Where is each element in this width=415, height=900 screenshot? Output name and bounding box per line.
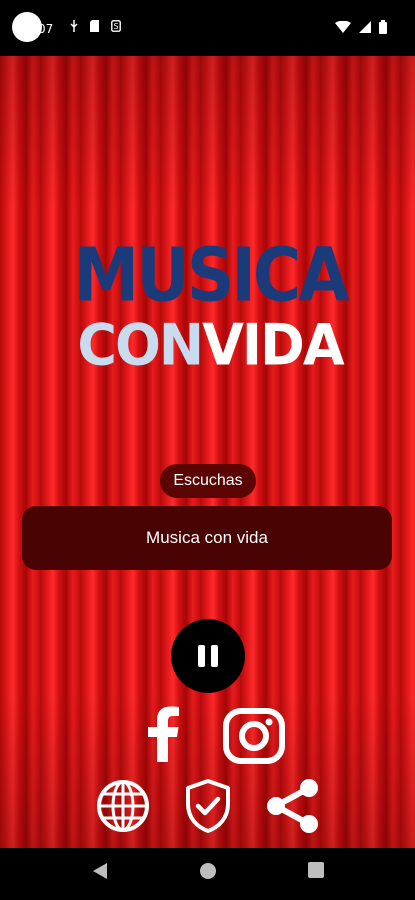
recents-icon [308, 862, 324, 878]
share-icon [267, 779, 318, 833]
system-icons [335, 20, 387, 37]
website-button[interactable] [95, 778, 151, 839]
logo-line-2: CONVIDA [60, 312, 360, 378]
signal-icon [359, 21, 371, 36]
privacy-policy-button[interactable] [184, 778, 232, 839]
instagram-button[interactable] [223, 708, 285, 769]
pause-icon [198, 645, 218, 667]
usb-icon [70, 20, 78, 35]
logo-word-con: CON [77, 312, 204, 379]
logo-line-1: MUSICA [73, 232, 350, 319]
instagram-icon [223, 708, 285, 764]
system-navigation-bar [0, 848, 415, 900]
sim-icon: S [111, 20, 121, 35]
facebook-icon [148, 706, 179, 762]
share-button[interactable] [264, 778, 322, 839]
status-bar: 07 S [0, 0, 415, 56]
pause-button[interactable] [171, 619, 245, 693]
facebook-button[interactable] [140, 706, 184, 767]
logo-word-vida: VIDA [202, 312, 344, 379]
status-time: 07 [38, 22, 54, 36]
nav-home-button[interactable] [199, 862, 217, 885]
now-playing-title: Musica con vida [22, 506, 392, 570]
globe-icon [97, 780, 149, 832]
home-icon [200, 863, 216, 879]
radio-player-screen: MUSICA CONVIDA Escuchas Musica con vida [0, 56, 415, 848]
nav-recents-button[interactable] [308, 862, 324, 883]
battery-icon [379, 20, 387, 37]
wifi-icon [335, 20, 351, 36]
sd-card-icon [90, 20, 99, 35]
notification-icons: S [70, 20, 121, 35]
listeners-badge: Escuchas [160, 464, 256, 498]
station-logo: MUSICA CONVIDA [60, 232, 360, 382]
back-icon [93, 863, 107, 879]
svg-text:S: S [113, 22, 118, 31]
phone-screen: 07 S MUSICA CONVIDA Escuchas Musica con … [0, 0, 415, 900]
privacy-shield-icon [186, 779, 230, 833]
nav-back-button[interactable] [92, 862, 108, 885]
